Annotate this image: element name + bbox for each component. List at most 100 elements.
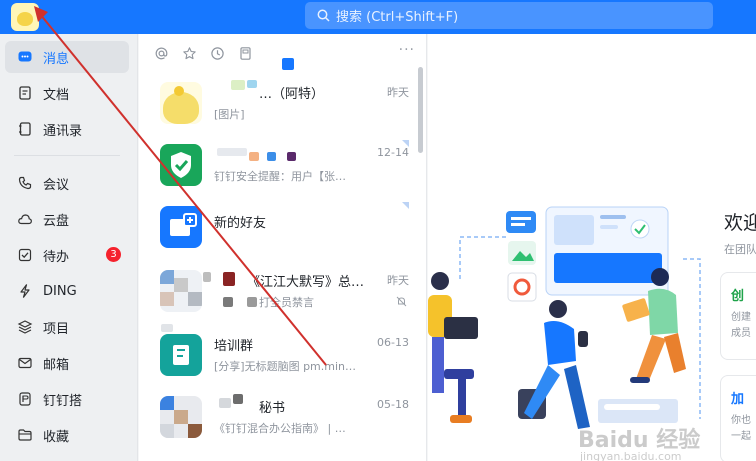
sidebar-item-label: 通讯录 [43,123,83,139]
blurred-pixel [247,297,257,307]
conversation-item[interactable]: 新的好友 [139,200,417,262]
card-title: 创 [731,289,745,304]
sidebar-item-label: 待办 [43,249,70,265]
welcome-subtitle: 在团队 [724,243,756,256]
avatar [160,270,202,312]
sidebar-item-messages[interactable]: 消息 [5,41,129,73]
blurred-pixel [203,272,211,282]
sidebar-item-cloud[interactable]: 云盘 [5,203,129,235]
sidebar-item-todo[interactable]: 待办 3 [5,239,129,271]
conversation-preview: 《钉钉混合办公指南》 | … [214,422,346,435]
search-icon [317,9,330,22]
blurred-pixel [223,297,233,307]
sidebar-item-meeting[interactable]: 会议 [5,167,129,199]
sidebar-item-label: 收藏 [43,429,70,445]
blue-marker [282,58,294,70]
more-options-icon[interactable]: ··· [399,42,415,58]
conversation-preview: [图片] [214,108,245,121]
sidebar-item-label: 邮箱 [43,357,70,373]
conversation-title: 《江江大默写》总… [247,275,365,290]
sidebar-item-label: 钉钉搭 [43,393,83,409]
sidebar-item-ding[interactable]: DING [5,275,129,307]
conversation-time: 昨天 [387,86,409,99]
sidebar-item-docs[interactable]: 文档 [5,77,129,109]
card-line: 成员 [731,328,751,339]
conversation-item[interactable]: 《江江大默写》总… 打全员禁言 昨天 [139,264,417,326]
contacts-icon [17,121,33,137]
group-chat-icon [173,345,189,365]
blurred-pixel [219,398,231,408]
conversation-item[interactable]: …（阿特） [图片] 昨天 [139,76,417,138]
message-icon [17,49,33,65]
baidu-watermark-url: jingyan.baidu.com [580,450,682,461]
conversation-title: 秘书 [259,401,286,416]
conversation-time: 12-14 [377,146,409,159]
clock-icon[interactable] [209,45,225,61]
welcome-title: 欢迎 [724,212,756,234]
blurred-pixel [231,80,245,90]
sidebar-item-contacts[interactable]: 通讯录 [5,113,129,145]
conversation-time: 05-18 [377,398,409,411]
sidebar-item-favorites[interactable]: 收藏 [5,419,129,451]
search-bar[interactable]: 搜索 (Ctrl+Shift+F) [305,2,713,29]
conversation-preview: [分享]无标题脑图 pm.min… [214,360,357,373]
conversation-title: …（阿特） [259,87,325,102]
avatar-face-icon [17,12,33,26]
file-icon[interactable] [237,45,253,61]
conversation-list: ··· …（阿特） [图片] 昨天 钉钉安全提醒：用户【张… 12-14 新的好… [139,34,427,461]
conversation-title: 培训群 [214,339,254,354]
blurred-pixel [287,152,296,161]
avatar [160,396,202,438]
avatar [160,82,202,124]
blurred-pixel [267,152,276,161]
card-text: 创建 成员 [731,310,756,342]
sidebar-item-label: 消息 [43,51,70,67]
sidebar-item-project[interactable]: 项目 [5,311,129,343]
sidebar-item-label: 会议 [43,177,70,193]
blurred-pixel [217,148,247,156]
lightning-icon [17,283,33,299]
welcome-panel: 欢迎 在团队 创 创建 成员 加 你也 一起 Baidu 经验 jingyan.ba… [428,34,756,461]
conversation-time: 06-13 [377,336,409,349]
mention-icon[interactable] [153,45,169,61]
blurred-pixel [249,152,259,161]
join-team-card[interactable]: 加 你也 一起 [720,375,756,461]
sidebar-divider [14,155,120,156]
project-icon [17,319,33,335]
builder-icon [17,391,33,407]
avatar [160,144,202,186]
card-line: 创建 [731,312,751,323]
search-placeholder: 搜索 (Ctrl+Shift+F) [336,10,459,25]
card-title: 加 [731,392,745,407]
title-bar: 搜索 (Ctrl+Shift+F) [0,0,756,34]
welcome-illustration [428,206,701,429]
conversation-title: 新的好友 [214,216,267,231]
conversation-time: 昨天 [387,274,409,287]
scrollbar[interactable] [418,67,423,153]
user-avatar[interactable] [11,3,39,31]
blurred-pixel [247,80,257,88]
sidebar-item-builder[interactable]: 钉钉搭 [5,383,129,415]
conversation-item[interactable]: 钉钉安全提醒：用户【张… 12-14 [139,138,417,200]
conversation-item[interactable]: 培训群 [分享]无标题脑图 pm.min… 06-13 [139,324,417,390]
conversation-item[interactable]: 秘书 《钉钉混合办公指南》 | … 05-18 [139,390,417,452]
pin-corner [402,202,409,209]
sidebar: 消息 文档 通讯录 会议 云盘 待办 3 DING 项目 邮箱 钉钉搭 收藏 [0,34,138,461]
blurred-pixel [161,324,173,332]
card-text: 你也 一起 [731,413,756,445]
star-icon[interactable] [181,45,197,61]
conversation-preview: 钉钉安全提醒：用户【张… [214,170,346,183]
card-line: 你也 [731,415,751,426]
sidebar-item-label: DING [43,283,77,299]
phone-icon [17,175,33,191]
sidebar-item-label: 文档 [43,87,70,103]
mute-icon [396,296,407,311]
conversation-preview: 打全员禁言 [259,296,314,309]
sidebar-item-label: 项目 [43,321,70,337]
mail-icon [17,355,33,371]
folder-icon [17,427,33,443]
sidebar-item-mail[interactable]: 邮箱 [5,347,129,379]
create-team-card[interactable]: 创 创建 成员 [720,272,756,360]
avatar [160,206,202,248]
pin-corner [402,140,409,147]
